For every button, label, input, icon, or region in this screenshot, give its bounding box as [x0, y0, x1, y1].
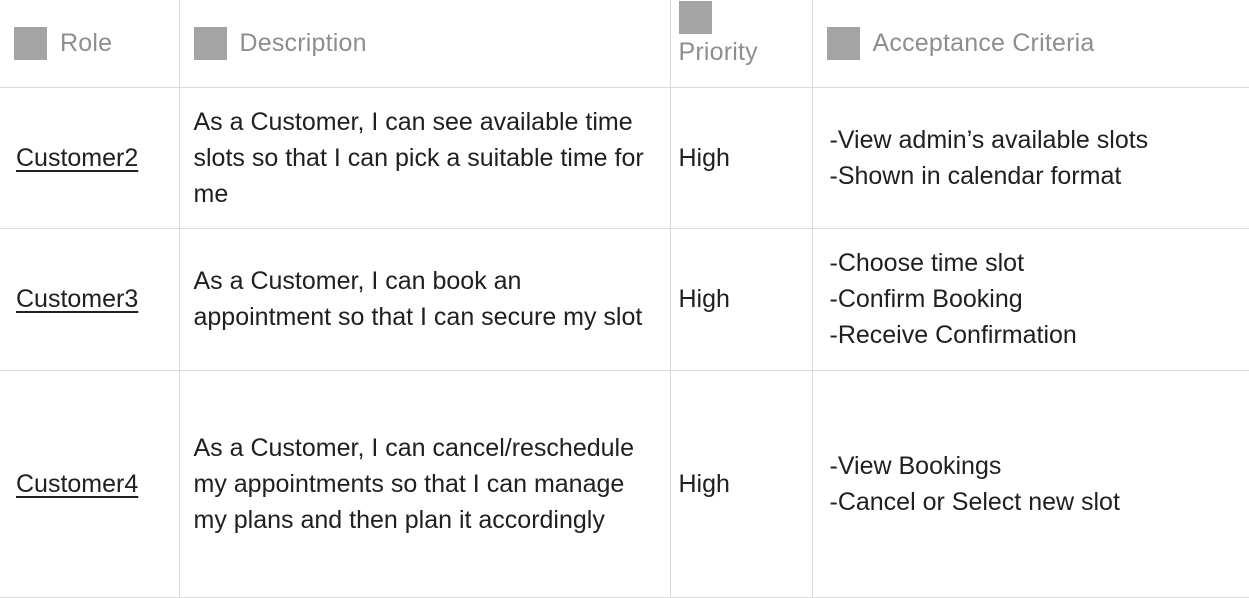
column-header-label: Role [60, 29, 112, 58]
criteria-line: -View Bookings [830, 448, 1249, 484]
table-row: Customer3 As a Customer, I can book an a… [0, 228, 1249, 370]
column-header-label: Acceptance Criteria [873, 29, 1095, 58]
criteria-line: -Shown in calendar format [830, 158, 1249, 194]
role-cell[interactable]: Customer4 [0, 370, 179, 597]
table-row: Customer4 As a Customer, I can cancel/re… [0, 370, 1249, 597]
priority-cell[interactable]: High [670, 370, 812, 597]
criteria-line: -View admin’s available slots [830, 122, 1249, 158]
criteria-line: -Choose time slot [830, 245, 1249, 281]
role-cell[interactable]: Customer2 [0, 87, 179, 228]
column-type-icon [194, 27, 227, 60]
user-stories-table-view: Role Description Priority [0, 0, 1249, 597]
column-header-acceptance-criteria[interactable]: Acceptance Criteria [812, 0, 1249, 87]
criteria-line: -Cancel or Select new slot [830, 484, 1249, 520]
column-header-label: Priority [679, 40, 758, 65]
column-type-icon [679, 1, 712, 34]
role-link[interactable]: Customer4 [16, 470, 138, 498]
priority-cell[interactable]: High [670, 228, 812, 370]
acceptance-criteria-cell[interactable]: -View admin’s available slots -Shown in … [812, 87, 1249, 228]
acceptance-criteria-cell[interactable]: -View Bookings -Cancel or Select new slo… [812, 370, 1249, 597]
criteria-line: -Confirm Booking [830, 281, 1249, 317]
header-row: Role Description Priority [0, 0, 1249, 87]
user-stories-table: Role Description Priority [0, 0, 1249, 598]
column-header-role[interactable]: Role [0, 0, 179, 87]
acceptance-criteria-cell[interactable]: -Choose time slot -Confirm Booking -Rece… [812, 228, 1249, 370]
table-row: Customer2 As a Customer, I can see avail… [0, 87, 1249, 228]
description-cell[interactable]: As a Customer, I can book an appointment… [179, 228, 670, 370]
column-header-priority[interactable]: Priority [670, 0, 812, 87]
column-type-icon [827, 27, 860, 60]
column-type-icon [14, 27, 47, 60]
role-link[interactable]: Customer2 [16, 144, 138, 172]
column-header-description[interactable]: Description [179, 0, 670, 87]
role-cell[interactable]: Customer3 [0, 228, 179, 370]
role-link[interactable]: Customer3 [16, 285, 138, 313]
criteria-line: -Receive Confirmation [830, 317, 1249, 353]
description-cell[interactable]: As a Customer, I can cancel/reschedule m… [179, 370, 670, 597]
priority-cell[interactable]: High [670, 87, 812, 228]
description-cell[interactable]: As a Customer, I can see available time … [179, 87, 670, 228]
column-header-label: Description [240, 29, 367, 58]
